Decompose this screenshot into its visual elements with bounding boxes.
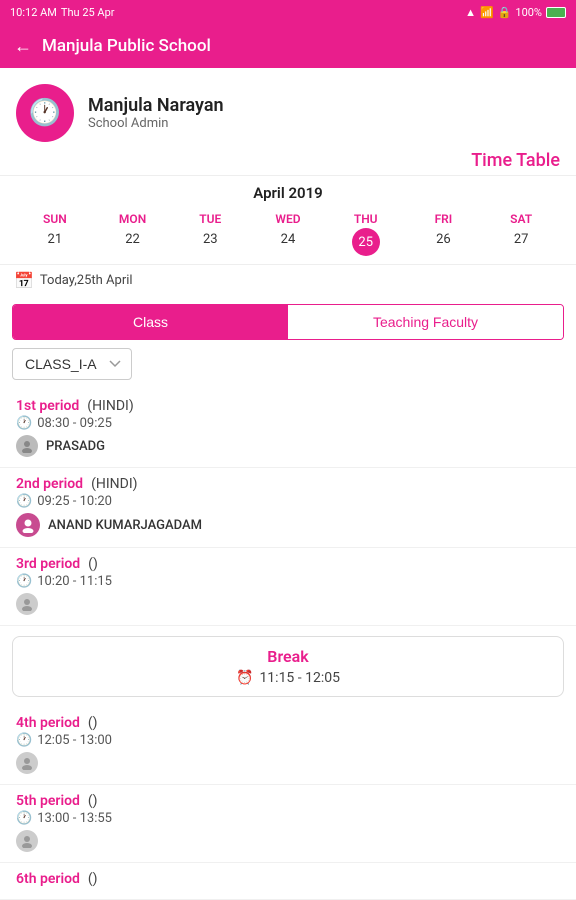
teacher-avatar-2 <box>16 513 40 537</box>
status-time: 10:12 AM <box>10 6 57 19</box>
today-text: Today,25th April <box>40 273 133 288</box>
alarm-icon: ⏰ <box>236 670 253 686</box>
period-4-label: 4th period <box>16 715 80 731</box>
calendar-section: April 2019 SUN MON TUE WED THU FRI SAT 2… <box>0 175 576 264</box>
period-3-subject: () <box>88 556 98 572</box>
cal-header-sun: SUN <box>16 210 94 228</box>
tab-row: Class Teaching Faculty <box>12 304 564 340</box>
period-2-subject: (HINDI) <box>91 476 137 492</box>
cal-header-tue: TUE <box>171 210 249 228</box>
cal-day-22[interactable]: 22 <box>94 228 172 256</box>
break-time-range: 11:15 - 12:05 <box>259 670 340 686</box>
timetable-label: Time Table <box>0 150 576 175</box>
clock-icon-1: 🕐 <box>16 416 32 431</box>
avatar: 🕐 <box>16 84 74 142</box>
cal-day-25-today[interactable]: 25 <box>352 228 380 256</box>
period-4-subject: () <box>88 715 98 731</box>
period-3-time: 10:20 - 11:15 <box>37 574 112 589</box>
battery-level: 100% <box>515 6 542 19</box>
break-title: Break <box>29 647 547 666</box>
calendar-grid: SUN MON TUE WED THU FRI SAT 21 22 23 24 … <box>16 210 560 256</box>
period-2: 2nd period (HINDI) 🕐 09:25 - 10:20 ANAND… <box>0 468 576 548</box>
status-date: Thu 25 Apr <box>61 6 115 19</box>
period-4-time: 12:05 - 13:00 <box>37 733 112 748</box>
cal-day-27[interactable]: 27 <box>482 228 560 256</box>
signal-icon: ▲ <box>465 6 476 19</box>
period-5-subject: () <box>88 793 98 809</box>
period-5-label: 5th period <box>16 793 80 809</box>
cal-header-wed: WED <box>249 210 327 228</box>
tab-teaching[interactable]: Teaching Faculty <box>288 305 563 339</box>
period-2-label: 2nd period <box>16 476 83 492</box>
clock-icon-5: 🕐 <box>16 811 32 826</box>
nav-title: Manjula Public School <box>42 36 211 56</box>
class-select-dropdown[interactable]: CLASS_I-A CLASS_I-B CLASS_II-A <box>12 348 132 380</box>
top-nav: ← Manjula Public School <box>0 24 576 68</box>
period-3: 3rd period () 🕐 10:20 - 11:15 <box>0 548 576 626</box>
cal-day-23[interactable]: 23 <box>171 228 249 256</box>
teacher-name-1: PRASADG <box>46 439 105 454</box>
cal-header-thu: THU <box>327 210 405 228</box>
cal-header-mon: MON <box>94 210 172 228</box>
cal-header-sat: SAT <box>482 210 560 228</box>
period-5: 5th period () 🕐 13:00 - 13:55 <box>0 785 576 863</box>
status-bar: 10:12 AM Thu 25 Apr ▲ 📶 🔒 100% <box>0 0 576 24</box>
profile-name: Manjula Narayan <box>88 95 224 116</box>
profile-section: 🕐 Manjula Narayan School Admin <box>0 68 576 150</box>
teacher-name-2: ANAND KUMARJAGADAM <box>48 518 202 533</box>
period-1: 1st period (HINDI) 🕐 08:30 - 09:25 PRASA… <box>0 390 576 468</box>
period-5-time: 13:00 - 13:55 <box>37 811 112 826</box>
profile-role: School Admin <box>88 116 224 131</box>
cal-day-24[interactable]: 24 <box>249 228 327 256</box>
clock-icon-3: 🕐 <box>16 574 32 589</box>
lock-icon: 🔒 <box>498 6 512 19</box>
avatar-icon: 🕐 <box>29 98 61 128</box>
period-2-time: 09:25 - 10:20 <box>37 494 112 509</box>
period-6-subject: () <box>88 871 98 887</box>
class-selector[interactable]: CLASS_I-A CLASS_I-B CLASS_II-A <box>12 348 564 380</box>
tab-class[interactable]: Class <box>13 305 288 339</box>
teacher-avatar-3 <box>16 593 38 615</box>
clock-icon-2: 🕐 <box>16 494 32 509</box>
period-1-label: 1st period <box>16 398 79 414</box>
teacher-avatar-4 <box>16 752 38 774</box>
period-1-time: 08:30 - 09:25 <box>37 416 112 431</box>
period-3-label: 3rd period <box>16 556 80 572</box>
back-icon[interactable]: ← <box>14 36 32 57</box>
period-4: 4th period () 🕐 12:05 - 13:00 <box>0 707 576 785</box>
cal-day-26[interactable]: 26 <box>405 228 483 256</box>
period-1-subject: (HINDI) <box>87 398 133 414</box>
today-label: 📅 Today,25th April <box>0 264 576 296</box>
battery-icon <box>546 7 566 18</box>
clock-icon-4: 🕐 <box>16 733 32 748</box>
calendar-month: April 2019 <box>16 184 560 202</box>
teacher-avatar-5 <box>16 830 38 852</box>
teacher-avatar-1 <box>16 435 38 457</box>
period-6: 6th period () <box>0 863 576 900</box>
cal-day-21[interactable]: 21 <box>16 228 94 256</box>
wifi-icon: 📶 <box>480 6 494 19</box>
break-card: Break ⏰ 11:15 - 12:05 <box>12 636 564 697</box>
period-6-label: 6th period <box>16 871 80 887</box>
cal-header-fri: FRI <box>405 210 483 228</box>
calendar-small-icon: 📅 <box>14 271 34 290</box>
